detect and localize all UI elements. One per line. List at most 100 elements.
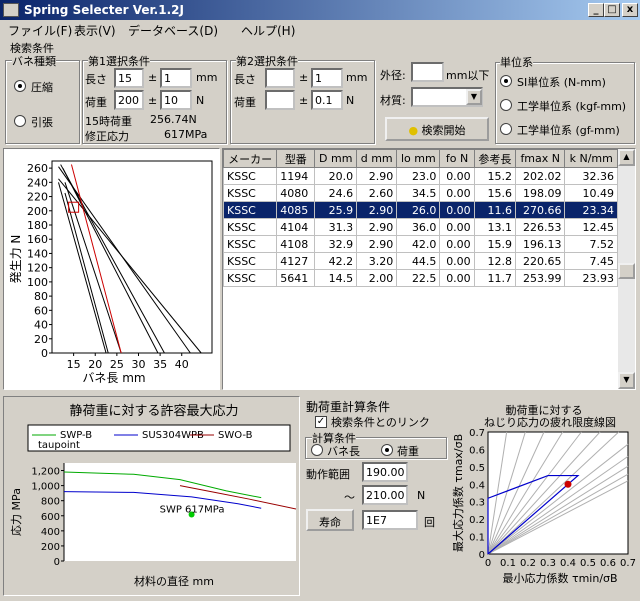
y-tick-label: 0.4 (469, 480, 485, 491)
table-cell: 2.90 (356, 167, 398, 185)
cond1-length-unit: mm (196, 71, 218, 84)
fatigue-chart: 動荷重に対するねじり応力の疲れ限度線図 0 0.1 0.2 0.3 0.4 0.5 0.6 0.… (451, 403, 636, 585)
x-tick-label: 40 (175, 358, 189, 371)
cond1-load-tol-input[interactable]: 10 (160, 90, 192, 110)
menu-database[interactable]: データベース(D) (128, 22, 218, 39)
range-unit: N (417, 489, 426, 502)
table-cell: 0.00 (439, 167, 475, 185)
scroll-down-button[interactable]: ▼ (618, 372, 635, 389)
table-cell: KSSC (222, 252, 278, 270)
table-cell: 2.00 (356, 269, 398, 287)
x-tick-label: 35 (153, 358, 167, 371)
x-tick-label: 0.4 (560, 558, 576, 569)
range-from-input[interactable]: 190.00 (362, 462, 408, 482)
table-header-cell[interactable]: 型番 (276, 149, 316, 168)
table-header-cell[interactable]: k N/mm (564, 149, 618, 168)
table-cell: 12.8 (473, 252, 517, 270)
table-cell: 7.52 (564, 235, 618, 253)
maximize-button[interactable]: □ (604, 3, 620, 17)
radio-calc-load[interactable] (381, 444, 393, 456)
legend-label: taupoint (38, 440, 80, 451)
cond1-length-tol-input[interactable]: 1 (160, 68, 192, 88)
radio-calc-length[interactable] (311, 444, 323, 456)
x-axis-label: 材料の直径 mm (134, 574, 214, 588)
range-to-input[interactable]: 210.00 (362, 485, 408, 505)
link-checkbox[interactable]: ✓ (315, 416, 327, 428)
menu-file[interactable]: ファイル(F) (8, 22, 72, 39)
y-tick-label: 0.2 (469, 515, 485, 526)
table-header-cell[interactable]: D mm (314, 149, 358, 168)
cond1-length-input[interactable]: 15 (114, 68, 144, 88)
menu-help[interactable]: ヘルプ(H) (241, 22, 295, 39)
table-row[interactable]: KSSC 4080 24.6 2.60 34.5 0.00 15.6 198.09 10.49 (222, 184, 618, 202)
radio-compression[interactable] (14, 80, 26, 92)
table-row[interactable]: KSSC 1194 20.0 2.90 23.0 0.00 15.2 202.02 32.36 (222, 167, 618, 185)
table-row[interactable]: KSSC 5641 14.5 2.00 22.5 0.00 11.7 253.99 23.93 (222, 269, 618, 287)
table-cell: 198.09 (514, 184, 566, 202)
cond1-load-input[interactable]: 200 (114, 90, 144, 110)
menu-view[interactable]: 表示(V) (74, 22, 116, 39)
radio-calc-load-label: 荷重 (397, 445, 419, 458)
table-cell: 2.90 (356, 235, 398, 253)
table-header-cell[interactable]: d mm (356, 149, 398, 168)
units-label: 単位系 (500, 54, 533, 70)
cond2-load-label: 荷重 (234, 96, 256, 109)
table-cell: 4127 (276, 252, 316, 270)
table-header-cell[interactable]: fmax N (514, 149, 566, 168)
table-cell: 0.00 (439, 218, 475, 236)
scroll-up-button[interactable]: ▲ (618, 149, 635, 166)
x-tick-label: 15 (67, 358, 81, 371)
table-cell: 36.0 (396, 218, 441, 236)
life-input[interactable]: 1E7 (362, 510, 418, 530)
table-cell: 23.93 (564, 269, 618, 287)
chart-title: 静荷重に対する許容最大応力 (69, 403, 238, 419)
y-axis-label: 最大応力係数 τmax/σB (451, 434, 465, 552)
scroll-thumb[interactable] (618, 263, 635, 279)
y-tick-label: 220 (27, 191, 48, 204)
series-line (70, 164, 122, 354)
outer-input[interactable] (411, 62, 444, 82)
table-header-cell[interactable]: lo mm (396, 149, 441, 168)
cond2-length-unit: mm (346, 71, 368, 84)
y-tick-label: 260 (27, 162, 48, 175)
cond1-pm2: ± (148, 94, 158, 107)
cond2-length-tol-input[interactable]: 1 (311, 68, 343, 88)
cond2-length-input[interactable] (265, 68, 295, 88)
y-tick-label: 80 (34, 290, 48, 303)
close-button[interactable]: x (622, 3, 638, 17)
table-header-cell[interactable]: fo N (439, 149, 475, 168)
life-button[interactable]: 寿命 (306, 509, 354, 531)
table-row[interactable]: KSSC 4127 42.2 3.20 44.5 0.00 12.8 220.65 7.45 (222, 252, 618, 270)
table-cell: 4085 (276, 201, 316, 219)
radio-tension[interactable] (14, 115, 26, 127)
y-tick-label: 0.7 (469, 428, 485, 439)
table-header-cell[interactable]: メーカー (222, 149, 278, 168)
cond2-load-input[interactable] (265, 90, 295, 110)
table-cell: 4108 (276, 235, 316, 253)
table-cell: 15.9 (473, 235, 517, 253)
y-tick-label: 200 (41, 542, 60, 553)
radio-si-units[interactable] (500, 75, 512, 87)
chevron-down-icon[interactable]: ▼ (466, 89, 482, 105)
range-separator: ～ (344, 491, 355, 504)
table-cell: 23.34 (564, 201, 618, 219)
plot-area (51, 160, 213, 354)
table-cell: 196.13 (514, 235, 566, 253)
table-row[interactable]: KSSC 4104 31.3 2.90 36.0 0.00 13.1 226.53 12.45 (222, 218, 618, 236)
radio-gf-units[interactable] (500, 123, 512, 135)
table-header-cell[interactable]: 参考長 (473, 149, 517, 168)
radio-si-units-label: SI単位系 (N-mm) (517, 76, 606, 89)
table-scrollbar[interactable]: ▲ ▼ (618, 149, 635, 389)
table-row[interactable]: KSSC 4108 32.9 2.90 42.0 0.00 15.9 196.13 7.52 (222, 235, 618, 253)
search-start-button[interactable]: ● 検索開始 (385, 117, 489, 141)
radio-kgf-units[interactable] (500, 99, 512, 111)
x-tick-label: 0.7 (620, 558, 636, 569)
cond1-load-unit: N (196, 94, 205, 107)
cond2-load-tol-input[interactable]: 0.1 (311, 90, 343, 110)
table-cell: 2.90 (356, 201, 398, 219)
table-row[interactable]: KSSC 4085 25.9 2.90 26.0 0.00 11.6 270.66 23.34 (222, 201, 618, 219)
radio-kgf-units-label: 工学単位系 (kgf-mm) (517, 100, 627, 113)
table-cell: KSSC (222, 184, 278, 202)
table-cell: 270.66 (514, 201, 566, 219)
minimize-button[interactable]: _ (588, 3, 604, 17)
